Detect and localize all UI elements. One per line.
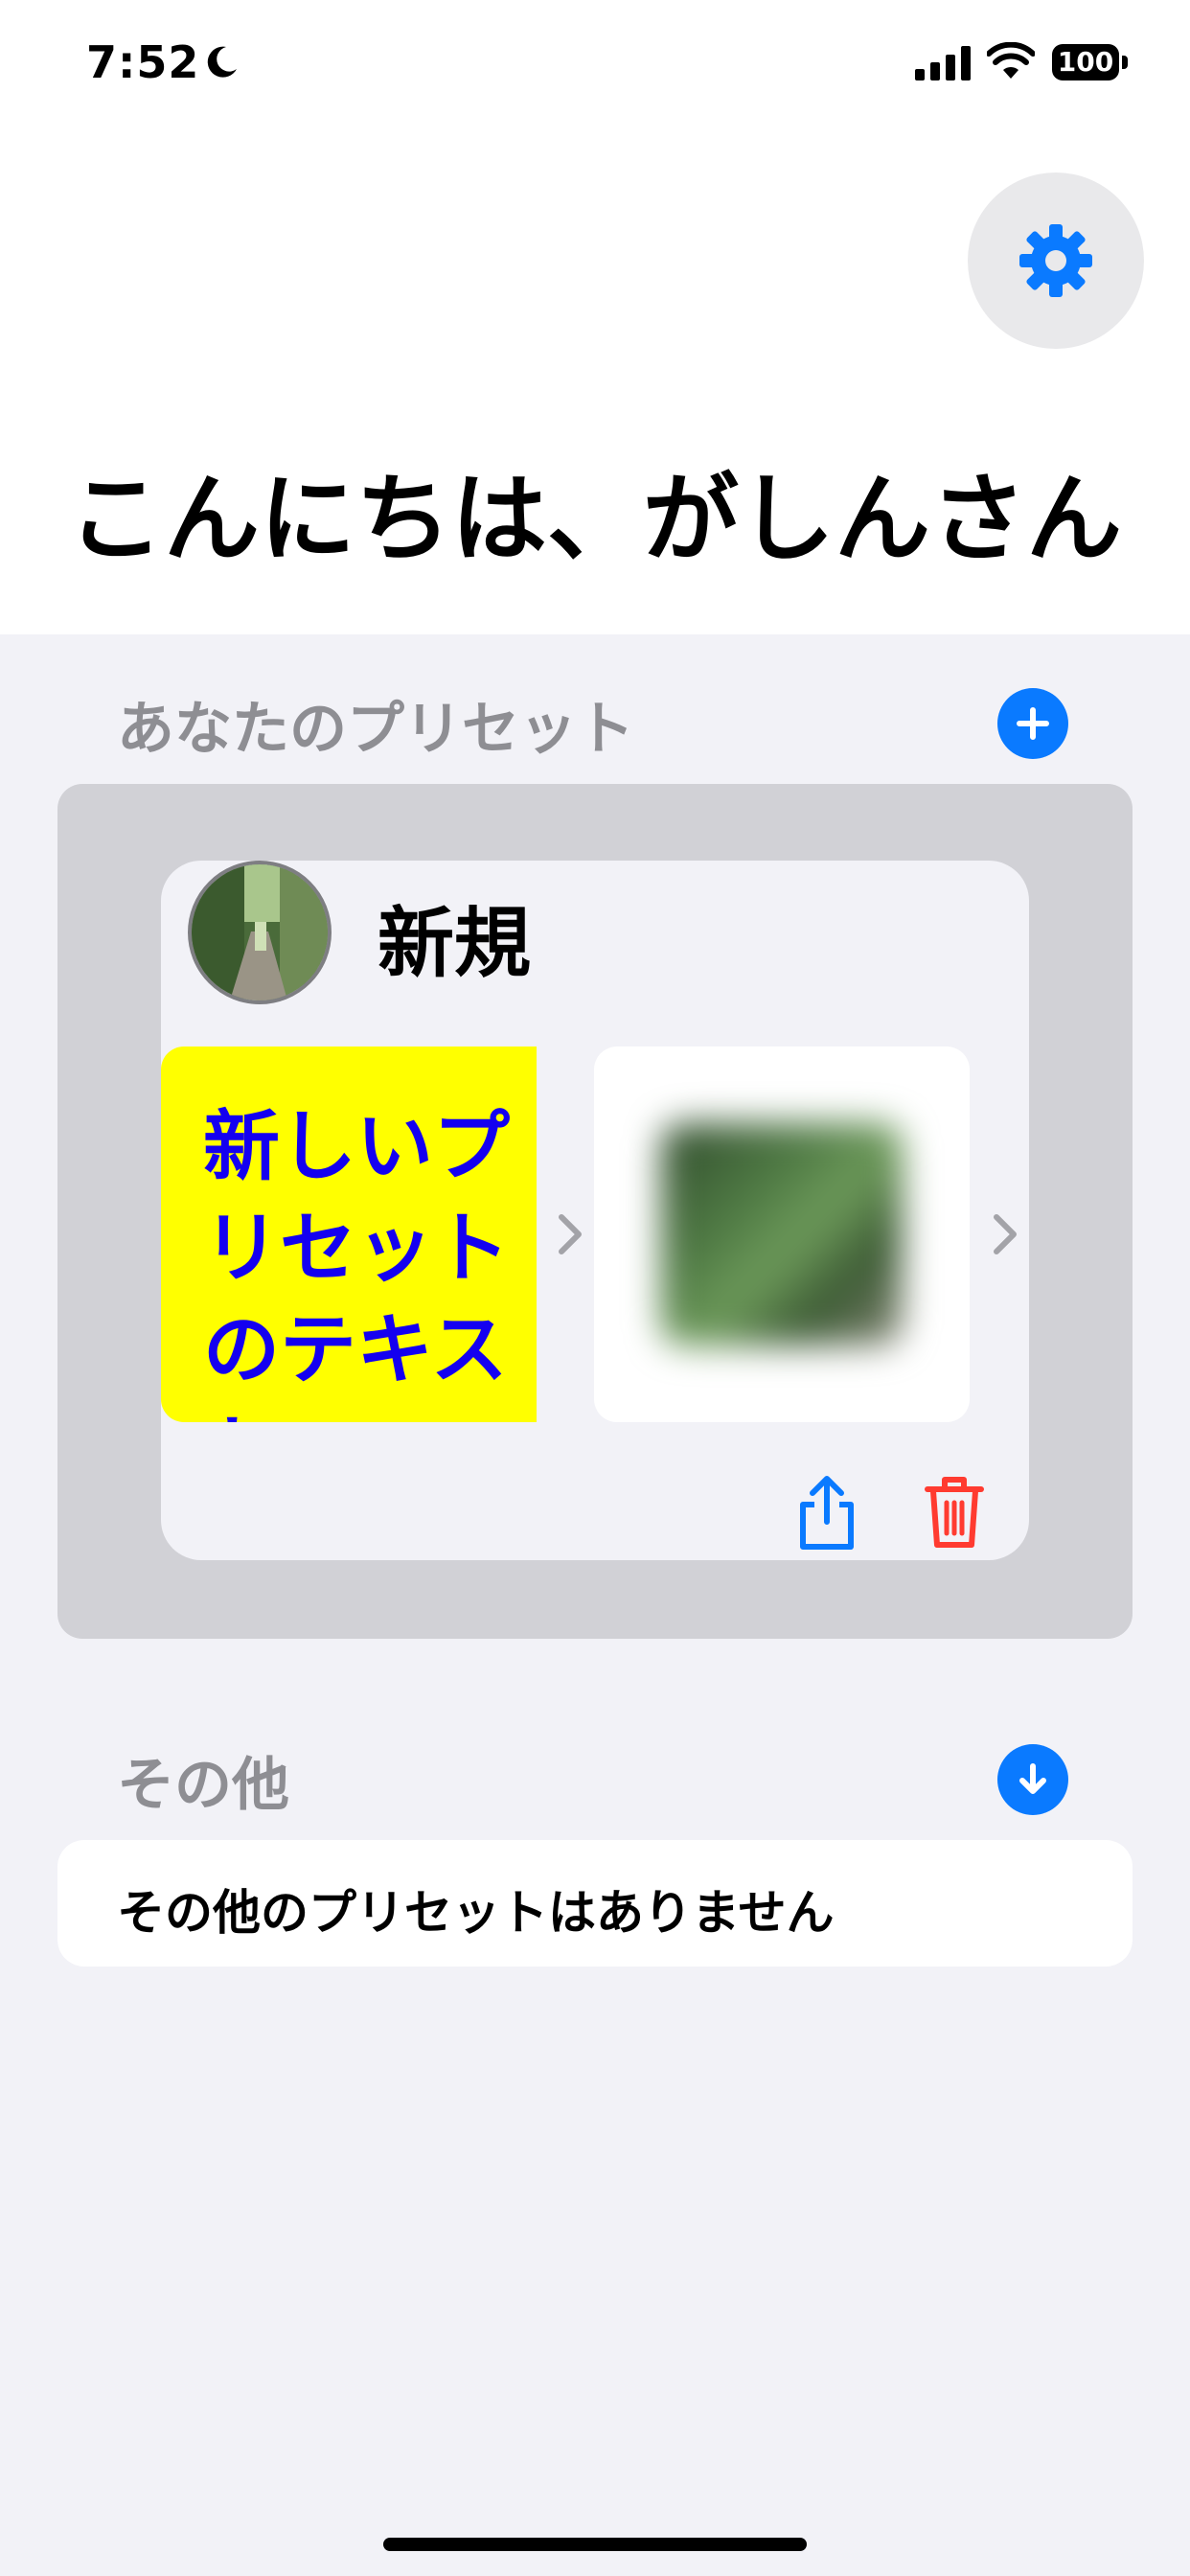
forest-path-photo bbox=[192, 864, 328, 1000]
gear-icon bbox=[1019, 224, 1092, 297]
trash-icon[interactable] bbox=[924, 1474, 985, 1551]
cellular-signal-icon bbox=[915, 46, 971, 80]
preset-name: 新規 bbox=[378, 899, 531, 988]
settings-button[interactable] bbox=[968, 172, 1144, 349]
add-preset-button[interactable] bbox=[997, 688, 1068, 759]
wifi-icon bbox=[987, 42, 1035, 79]
greeting-title: こんにちは、がしんさん bbox=[68, 463, 1122, 575]
arrow-down-icon bbox=[1019, 1763, 1046, 1794]
presets-section-title: あなたのプリセット bbox=[117, 696, 634, 763]
home-indicator[interactable] bbox=[383, 2538, 807, 2551]
moon-icon bbox=[207, 46, 237, 78]
image-preview-tile[interactable] bbox=[594, 1046, 970, 1422]
text-preview-tile[interactable]: 新しいプリセットのテキスト bbox=[161, 1046, 537, 1422]
status-time: 7:52 bbox=[86, 36, 200, 88]
chevron-right-icon bbox=[994, 1214, 1017, 1254]
other-presets-empty-row: その他のプリセットはありません bbox=[57, 1840, 1133, 1966]
preset-card[interactable]: 新規 新しいプリセットのテキスト bbox=[161, 861, 1029, 1560]
preset-avatar[interactable] bbox=[188, 861, 332, 1004]
empty-message: その他のプリセットはありません bbox=[117, 1885, 835, 1941]
other-section-title: その他 bbox=[117, 1752, 289, 1819]
plus-icon bbox=[1017, 707, 1049, 740]
text-preview-content: 新しいプリセットのテキスト bbox=[203, 1102, 510, 1422]
battery-nub bbox=[1122, 56, 1128, 69]
battery-indicator: 100 bbox=[1052, 44, 1129, 82]
battery-level: 100 bbox=[1052, 44, 1119, 80]
download-presets-button[interactable] bbox=[997, 1744, 1068, 1815]
share-icon[interactable] bbox=[795, 1474, 858, 1551]
blurred-photo bbox=[661, 1123, 903, 1346]
chevron-right-icon bbox=[559, 1214, 582, 1254]
